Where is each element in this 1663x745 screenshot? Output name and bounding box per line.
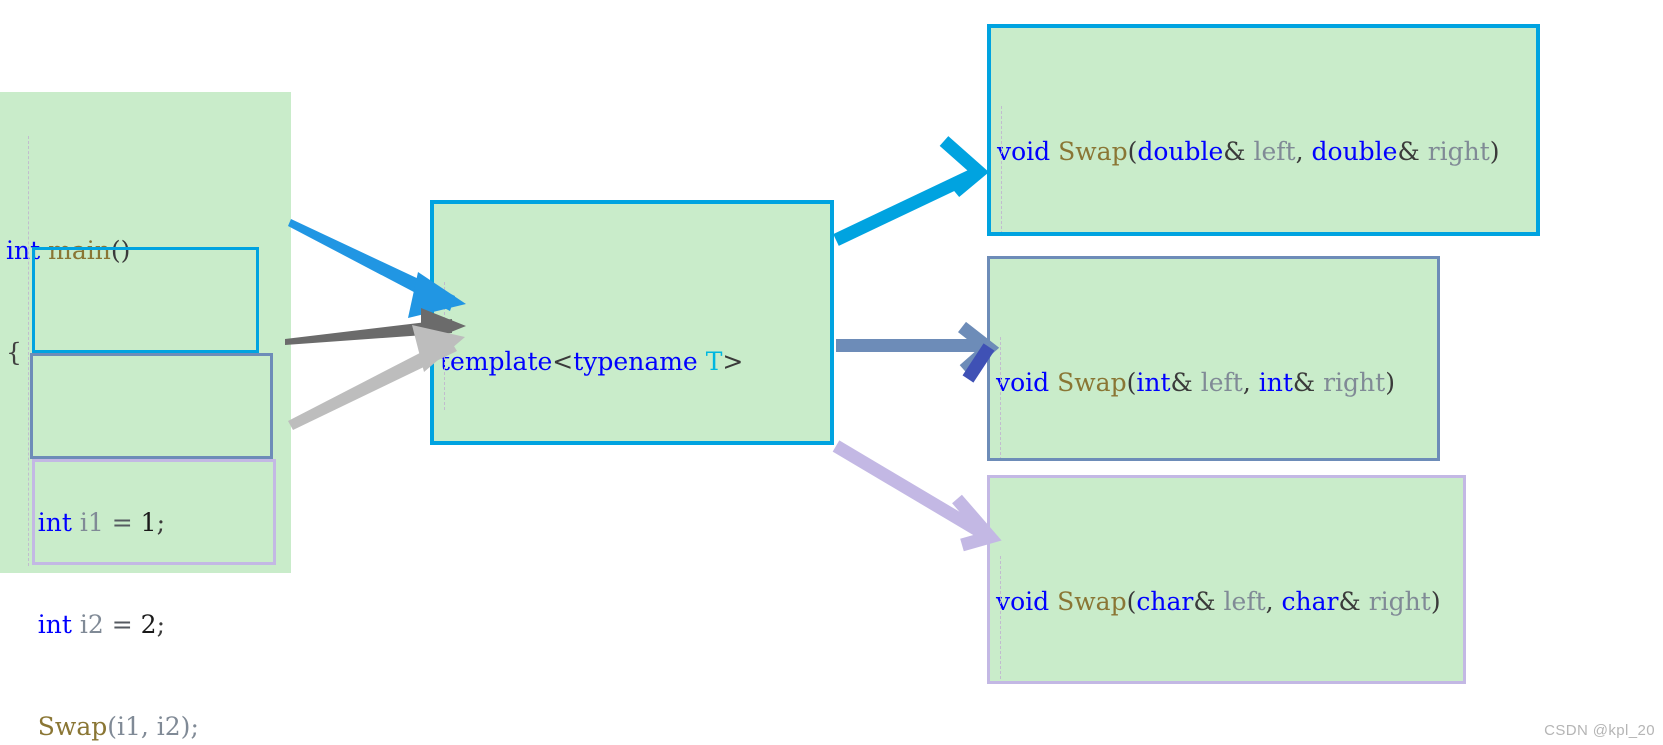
ampersand: & xyxy=(1292,368,1316,397)
angle-open: < xyxy=(552,347,574,376)
swap-call-args: (i1, i2); xyxy=(107,712,199,741)
highlight-int-call-block xyxy=(32,247,259,353)
param-left: left xyxy=(1223,587,1266,616)
ampersand: & xyxy=(1338,587,1361,616)
ampersand: & xyxy=(1193,587,1216,616)
template-header-line: template<typename T> xyxy=(440,345,830,379)
comma: , xyxy=(1242,368,1251,397)
param-left: left xyxy=(1200,368,1243,397)
void-keyword: void xyxy=(997,137,1051,166)
paren-open: ( xyxy=(1126,368,1137,397)
assign-op: = xyxy=(111,610,133,639)
arrow-template-to-double-instantiation xyxy=(833,136,989,246)
char-signature-line: void Swap(char& left, char& right) xyxy=(996,585,1463,619)
param-type-double: double xyxy=(1137,137,1224,166)
paren-close: ) xyxy=(1430,587,1441,616)
int-value-2: 2 xyxy=(140,610,157,639)
param-type-double: double xyxy=(1311,137,1398,166)
ampersand: & xyxy=(1170,368,1193,397)
swap-call-name: Swap xyxy=(37,712,108,741)
indent-guide xyxy=(1001,106,1002,232)
param-type-int: int xyxy=(1136,368,1171,397)
indent-guide xyxy=(1000,556,1001,681)
param-right: right xyxy=(1427,137,1490,166)
angle-close: > xyxy=(722,347,744,376)
double-signature-line: void Swap(double& left, double& right) xyxy=(997,135,1536,169)
int-var-i2: i2 xyxy=(79,610,104,639)
swap-double-panel: void Swap(double& left, double& right) {… xyxy=(987,24,1540,236)
ampersand: & xyxy=(1397,137,1420,166)
comma: , xyxy=(1265,587,1274,616)
swap-template-panel: template<typename T> void Swap(T& left, … xyxy=(430,200,834,445)
param-type-char: char xyxy=(1281,587,1339,616)
void-keyword: void xyxy=(996,368,1050,397)
comma: , xyxy=(1295,137,1304,166)
diagram-canvas: int main() { int i1 = 1; int i2 = 2; Swa… xyxy=(0,0,1663,745)
param-left: left xyxy=(1253,137,1296,166)
paren-open: ( xyxy=(1126,587,1137,616)
paren-close: ) xyxy=(1385,368,1395,397)
int-swap-call: Swap(i1, i2); xyxy=(6,710,291,744)
param-right: right xyxy=(1368,587,1431,616)
swap-char-panel: void Swap(char& left, char& right) { cha… xyxy=(987,475,1466,684)
swap-int-panel: void Swap(int& left, int& right) { int t… xyxy=(987,256,1440,461)
int-decl-2: int i2 = 2; xyxy=(6,608,291,642)
param-type-char: char xyxy=(1136,587,1194,616)
indent-guide xyxy=(28,136,29,566)
swap-name: Swap xyxy=(1058,137,1128,166)
ampersand: & xyxy=(1223,137,1246,166)
paren-close: ) xyxy=(1489,137,1500,166)
paren-open: ( xyxy=(1127,137,1138,166)
swap-name: Swap xyxy=(1057,368,1127,397)
main-function-panel: int main() { int i1 = 1; int i2 = 2; Swa… xyxy=(0,92,291,741)
template-keyword: template xyxy=(440,347,553,376)
int-keyword: int xyxy=(37,610,72,639)
void-keyword: void xyxy=(996,587,1050,616)
indent-guide xyxy=(1000,337,1001,458)
indent-guide xyxy=(444,282,445,410)
typename-keyword: typename xyxy=(573,347,698,376)
param-type-int: int xyxy=(1258,368,1293,397)
highlight-char-call-block xyxy=(32,459,276,565)
arrow-template-to-int-instantiation xyxy=(836,321,1000,383)
semicolon: ; xyxy=(156,610,166,639)
arrow-template-to-char-instantiation xyxy=(832,440,1002,552)
int-signature-line: void Swap(int& left, int& right) xyxy=(996,366,1437,400)
swap-name: Swap xyxy=(1057,587,1127,616)
template-param-T: T xyxy=(705,347,723,376)
watermark-text: CSDN @kpl_20 xyxy=(1544,722,1655,739)
highlight-double-call-block xyxy=(30,353,273,459)
param-right: right xyxy=(1323,368,1386,397)
